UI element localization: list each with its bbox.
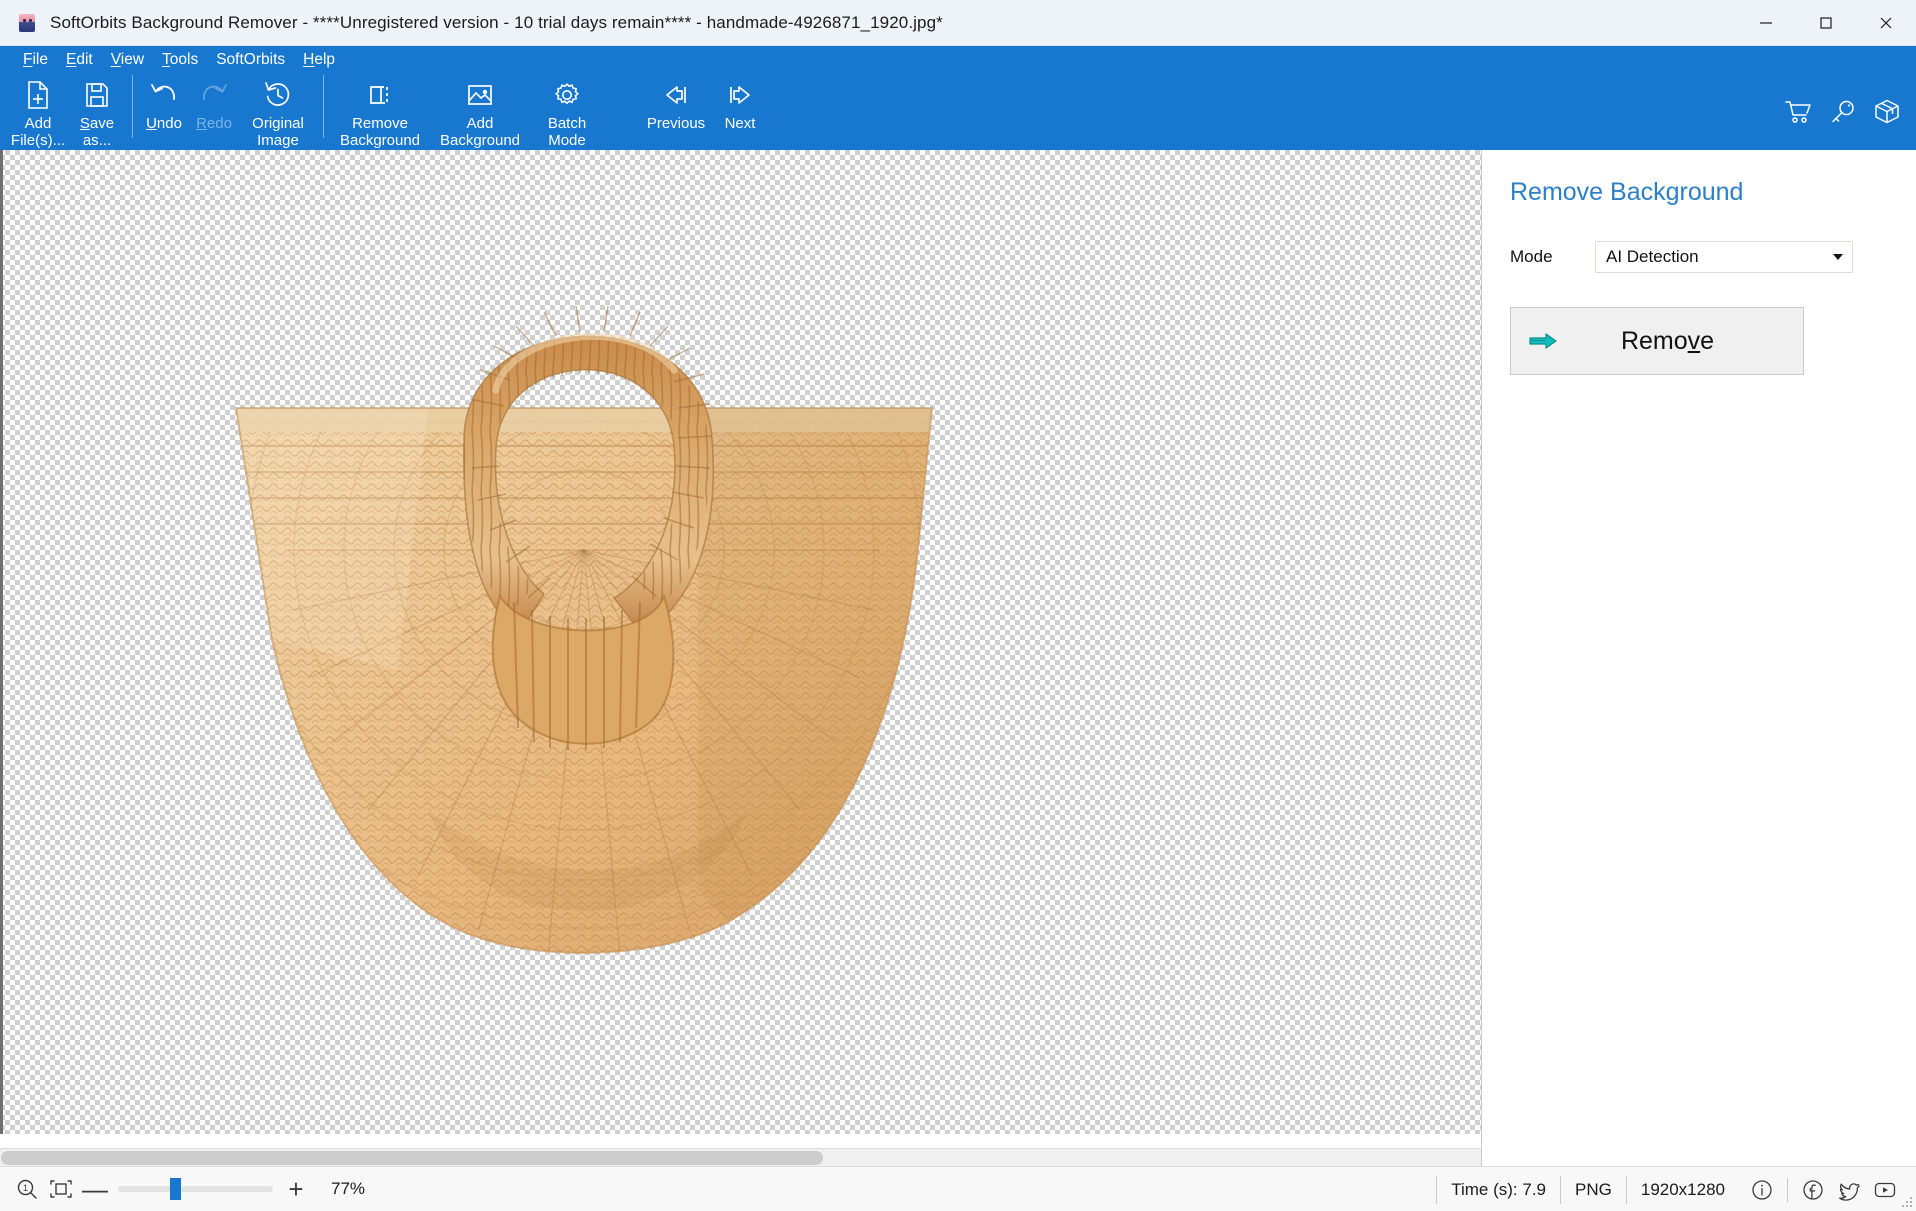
toolbar-batch-mode-label: Batch Mode [548, 115, 586, 149]
toolbar-separator-2 [323, 75, 324, 138]
toolbar-redo-button[interactable]: Redo [189, 73, 239, 132]
zoom-slider[interactable] [118, 1172, 273, 1206]
toolbar-add-background-button[interactable]: Add Background [430, 73, 530, 149]
toolbar-add-files-button[interactable]: Add File(s)... [8, 73, 68, 149]
toolbar-redo-label: Redo [196, 115, 232, 132]
arrow-right-icon [725, 79, 755, 111]
toolbar-save-as-label: Saveas... [80, 115, 114, 149]
window-controls [1736, 0, 1916, 46]
status-divider [1787, 1178, 1788, 1202]
horizontal-scrollbar-thumb[interactable] [1, 1151, 823, 1165]
status-social-group [1739, 1173, 1902, 1207]
crop-dashed-icon [366, 79, 394, 111]
zoom-slider-thumb[interactable] [170, 1178, 181, 1200]
redo-arrow-icon [199, 79, 229, 111]
toolbar-batch-mode-button[interactable]: Batch Mode [530, 73, 604, 149]
zoom-percent-label: 77% [331, 1179, 365, 1199]
gear-icon [553, 79, 581, 111]
ribbon: File Edit View Tools SoftOrbits Help Add… [0, 46, 1916, 150]
picture-icon [465, 79, 495, 111]
toolbar: Add File(s)... Saveas... U [0, 73, 1916, 150]
title-bar: SoftOrbits Background Remover - ****Unre… [0, 0, 1916, 46]
toolbar-next-button[interactable]: Next [712, 73, 768, 132]
zoom-controls: 1 — + 77% [0, 1172, 365, 1206]
twitter-icon[interactable] [1832, 1173, 1866, 1207]
status-bar: 1 — + 77% Time (s): 7.9 PNG 1920x1280 [0, 1166, 1916, 1211]
zoom-in-button[interactable]: + [279, 1172, 313, 1206]
canvas-left-edge [0, 150, 3, 1134]
toolbar-remove-background-button[interactable]: Remove Background [330, 73, 430, 149]
toolbar-undo-label: Undo [146, 115, 182, 132]
image-canvas-area[interactable] [0, 150, 1482, 1166]
mode-select[interactable]: AI Detection [1595, 241, 1853, 273]
teal-arrow-icon [1528, 331, 1558, 351]
main-area: Remove Background Mode AI Detection Remo… [0, 150, 1916, 1166]
zoom-1to1-icon[interactable]: 1 [10, 1172, 44, 1206]
zoom-out-button[interactable]: — [78, 1172, 112, 1206]
menu-bar: File Edit View Tools SoftOrbits Help [0, 46, 1916, 73]
undo-arrow-icon [149, 79, 179, 111]
menu-file[interactable]: File [14, 49, 57, 71]
toolbar-utility-icons [1785, 99, 1900, 129]
right-panel: Remove Background Mode AI Detection Remo… [1482, 150, 1916, 1166]
history-clock-icon [263, 79, 293, 111]
close-button[interactable] [1856, 0, 1916, 46]
package-icon[interactable] [1874, 99, 1900, 129]
status-format: PNG [1560, 1176, 1626, 1204]
menu-view[interactable]: View [102, 49, 153, 71]
app-logo-icon [16, 12, 38, 34]
youtube-icon[interactable] [1868, 1173, 1902, 1207]
status-dimensions: 1920x1280 [1626, 1176, 1739, 1204]
application-window: SoftOrbits Background Remover - ****Unre… [0, 0, 1916, 1211]
toolbar-original-image-label: Original Image [252, 115, 304, 149]
chevron-down-icon [1833, 254, 1843, 260]
menu-edit[interactable]: Edit [57, 49, 102, 71]
facebook-icon[interactable] [1796, 1173, 1830, 1207]
menu-help[interactable]: Help [294, 49, 344, 71]
toolbar-original-image-button[interactable]: Original Image [239, 73, 317, 149]
fit-to-window-icon[interactable] [44, 1172, 78, 1206]
resize-grip[interactable] [1901, 1196, 1913, 1208]
mode-row: Mode AI Detection [1510, 241, 1890, 273]
transparency-checkerboard [0, 150, 1482, 1134]
toolbar-add-files-label: Add File(s)... [11, 115, 65, 149]
toolbar-previous-label: Previous [647, 115, 705, 132]
toolbar-save-as-button[interactable]: Saveas... [68, 73, 126, 149]
remove-button-label: Remove [1558, 327, 1803, 356]
menu-tools[interactable]: Tools [153, 49, 207, 71]
status-time: Time (s): 7.9 [1436, 1176, 1560, 1204]
toolbar-remove-background-label: Remove Background [340, 115, 420, 149]
toolbar-undo-button[interactable]: Undo [139, 73, 189, 132]
toolbar-previous-button[interactable]: Previous [640, 73, 712, 132]
status-right-group: Time (s): 7.9 PNG 1920x1280 [1436, 1167, 1902, 1211]
toolbar-add-background-label: Add Background [440, 115, 520, 149]
file-add-icon [25, 79, 51, 111]
mode-label: Mode [1510, 247, 1595, 267]
remove-button[interactable]: Remove [1510, 307, 1804, 375]
mode-select-value: AI Detection [1596, 247, 1699, 267]
info-icon[interactable] [1745, 1173, 1779, 1207]
panel-title: Remove Background [1510, 178, 1890, 207]
toolbar-next-label: Next [725, 115, 756, 132]
zoom-slider-track [118, 1186, 273, 1192]
svg-text:1: 1 [23, 1183, 28, 1193]
minimize-button[interactable] [1736, 0, 1796, 46]
toolbar-separator-1 [132, 75, 133, 138]
window-title: SoftOrbits Background Remover - ****Unre… [50, 13, 943, 33]
save-floppy-icon [84, 79, 110, 111]
maximize-button[interactable] [1796, 0, 1856, 46]
horizontal-scrollbar[interactable] [0, 1148, 1482, 1166]
arrow-left-icon [661, 79, 691, 111]
cart-icon[interactable] [1785, 100, 1812, 129]
key-icon[interactable] [1830, 100, 1856, 129]
menu-softorbits[interactable]: SoftOrbits [207, 49, 294, 71]
